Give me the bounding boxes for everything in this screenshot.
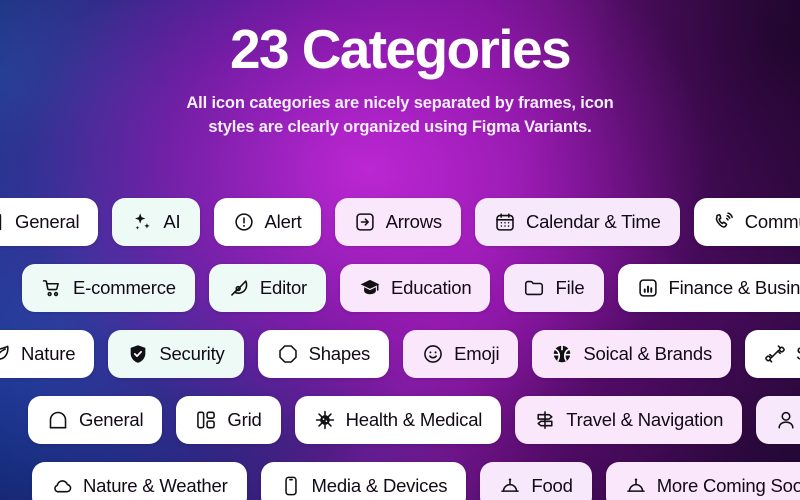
category-chip-rows: General AI Alert Arrows Calendar & Time Commu… [0, 196, 800, 500]
pen-nib-icon [228, 277, 250, 299]
chip-label: Food [531, 474, 573, 496]
calendar-icon [494, 211, 516, 233]
chip-label: Arrows [385, 210, 443, 232]
cloche-icon [625, 475, 647, 497]
chip-row: General Grid Health & Medical Travel & Navi… [28, 394, 800, 446]
chip-label: Soical & Brands [583, 342, 712, 364]
bookmark-icon [0, 211, 5, 233]
shield-icon [127, 343, 149, 365]
category-chip-health-medical[interactable]: Health & Medical [294, 396, 502, 444]
chip-label: Health & Medical [345, 408, 483, 430]
category-chip-education[interactable]: Education [340, 264, 491, 312]
category-chip-travel-navigation[interactable]: Travel & Navigation [515, 396, 743, 444]
category-chip-communication[interactable]: Communication [693, 198, 800, 246]
smiley-icon [422, 343, 444, 365]
leaf-icon [0, 343, 11, 365]
category-chip-media-devices[interactable]: Media & Devices [260, 462, 467, 500]
chip-label: Nature [21, 342, 76, 364]
category-chip-food[interactable]: Food [480, 462, 592, 500]
octagon-icon [277, 343, 299, 365]
chip-label: Nature & Weather [83, 474, 228, 496]
category-chip-soical-brands[interactable]: Soical & Brands [532, 330, 731, 378]
category-chip-nature-weather[interactable]: Nature & Weather [32, 462, 247, 500]
chip-label: AI [163, 210, 181, 232]
chip-label: Emoji [454, 342, 500, 364]
category-chip-editor[interactable]: Editor [208, 264, 326, 312]
chip-label: Editor [259, 276, 307, 298]
subtitle-line-2: styles are clearly organized using Figma… [208, 118, 592, 137]
chip-row: E-commerce Editor Education File Finance & B… [22, 262, 800, 314]
chip-label: Alert [264, 210, 302, 232]
category-chip-more-coming-soon[interactable]: More Coming Soon [605, 462, 800, 500]
grid-icon [195, 409, 217, 431]
chip-label: Finance & Business [668, 276, 800, 298]
sparkles-icon [131, 211, 153, 233]
chip-label: Grid [227, 408, 262, 430]
category-chip-arrows[interactable]: Arrows [334, 198, 461, 246]
category-chip-grid[interactable]: Grid [176, 396, 281, 444]
chip-label: File [555, 276, 585, 298]
category-chip-user[interactable]: User [756, 396, 800, 444]
chip-label: General [15, 210, 80, 232]
virus-icon [314, 409, 336, 431]
dumbbell-icon [764, 343, 786, 365]
category-chip-finance-business[interactable]: Finance & Business [617, 264, 800, 312]
chip-row: Nature Security Shapes Emoji Soical & Brands… [0, 328, 800, 380]
category-chip-calendar-time[interactable]: Calendar & Time [474, 198, 680, 246]
basketball-icon [551, 343, 573, 365]
chip-label: Media & Devices [311, 474, 448, 496]
cart-icon [41, 277, 63, 299]
subtitle-line-1: All icon categories are nicely separated… [186, 94, 614, 113]
chip-label: General [79, 408, 144, 430]
category-chip-alert[interactable]: Alert [213, 198, 321, 246]
graduation-icon [359, 277, 381, 299]
category-chip-shapes[interactable]: Shapes [257, 330, 390, 378]
category-chip-e-commerce[interactable]: E-commerce [22, 264, 195, 312]
chip-label: Security [159, 342, 225, 364]
alert-icon [233, 211, 255, 233]
cloud-icon [51, 475, 73, 497]
chip-label: Education [391, 276, 472, 298]
category-chip-general[interactable]: General [28, 396, 163, 444]
home-icon [47, 409, 69, 431]
category-chip-file[interactable]: File [504, 264, 604, 312]
arrow-box-icon [354, 211, 376, 233]
signpost-icon [534, 409, 556, 431]
chip-row: General AI Alert Arrows Calendar & Time Commu… [0, 196, 800, 248]
page-title: 23 Categories [230, 18, 572, 80]
category-chip-sports[interactable]: Sports [745, 330, 800, 378]
phone-ring-icon [713, 211, 735, 233]
chip-label: More Coming Soon [656, 474, 800, 496]
cloche-icon [499, 475, 521, 497]
category-chip-general[interactable]: General [0, 198, 99, 246]
user-icon [775, 409, 797, 431]
phone-icon [280, 475, 302, 497]
chip-row: Nature & Weather Media & Devices Food More … [32, 460, 800, 500]
header: 23 Categories All icon categories are ni… [0, 0, 800, 140]
chip-label: Calendar & Time [525, 210, 661, 232]
page-subtitle: All icon categories are nicely separated… [0, 92, 800, 140]
chip-label: Travel & Navigation [566, 408, 724, 430]
bar-chart-icon [637, 277, 659, 299]
chip-label: Shapes [308, 342, 371, 364]
chip-label: Communication [744, 210, 800, 232]
chip-label: E-commerce [73, 276, 176, 298]
chip-label: Sports [796, 344, 800, 364]
folder-icon [523, 277, 545, 299]
category-chip-nature[interactable]: Nature [0, 330, 95, 378]
category-chip-ai[interactable]: AI [112, 198, 200, 246]
category-chip-emoji[interactable]: Emoji [403, 330, 519, 378]
category-chip-security[interactable]: Security [108, 330, 244, 378]
